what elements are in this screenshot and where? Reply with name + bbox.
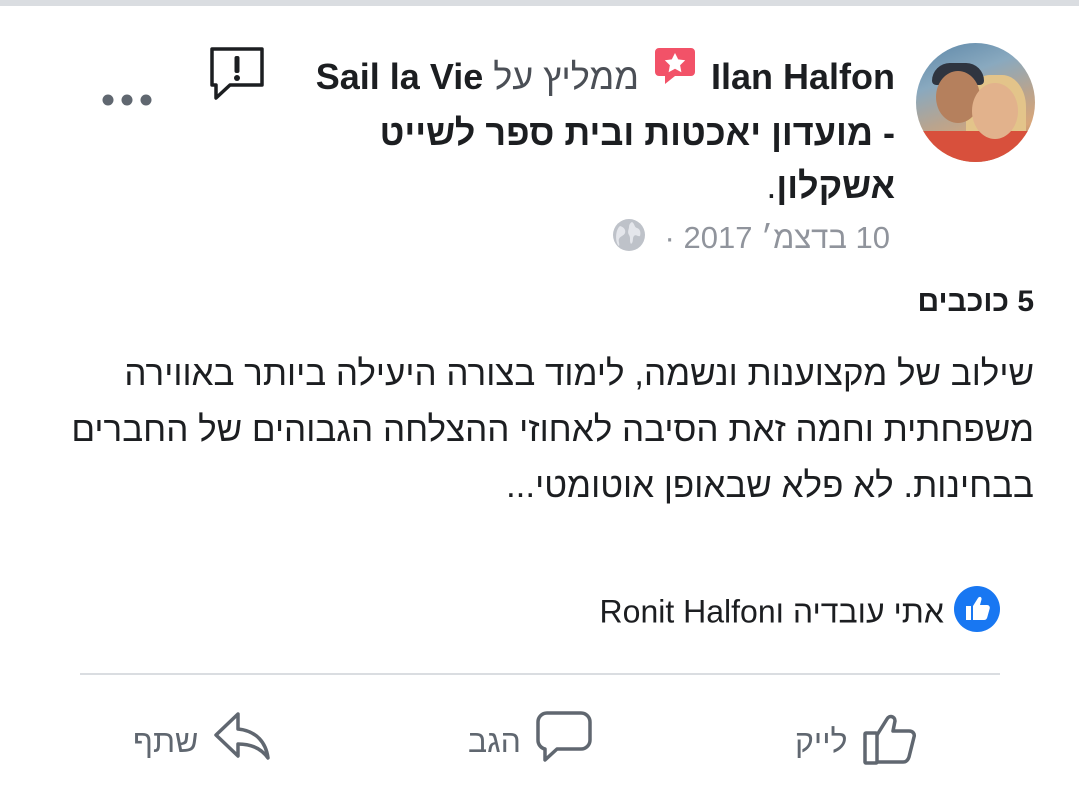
more-options-icon[interactable] [100,90,154,115]
top-separator [0,0,1079,6]
period: . [766,165,777,207]
reactions-summary[interactable]: אתי עובדיה וRonit Halfon [470,586,1000,642]
report-icon[interactable] [208,46,266,107]
recommend-badge-icon [653,46,697,100]
like-reaction-icon [954,586,1000,642]
likers-text: אתי עובדיה וRonit Halfon [599,593,944,630]
recommends-text: ממליץ על [493,56,639,97]
comment-label: הגב [468,722,521,759]
globe-icon [612,218,646,262]
thumbs-up-icon [861,706,921,776]
author-avatar[interactable] [916,43,1035,162]
like-label: לייק [795,722,848,759]
post-body[interactable]: שילוב של מקצוענות ונשמה, לימוד בצורה היע… [40,346,1034,514]
rating-text: 5 כוכבים [917,285,1034,318]
comment-icon [535,708,593,774]
comment-button[interactable]: הגב [468,706,593,776]
share-button[interactable]: שתף [133,706,274,776]
like-button[interactable]: לייק [795,706,921,776]
post-meta: 10 בדצמ׳ 2017 · [560,218,890,262]
share-icon [212,708,274,774]
post-date[interactable]: 10 בדצמ׳ 2017 [683,220,890,255]
author-name[interactable]: Ilan Halfon [711,56,895,97]
share-label: שתף [133,722,199,759]
post-header: Ilan Halfon ממליץ על Sail la Vie - מועדו… [305,48,895,212]
divider [80,673,1000,675]
meta-separator: · [664,220,675,256]
